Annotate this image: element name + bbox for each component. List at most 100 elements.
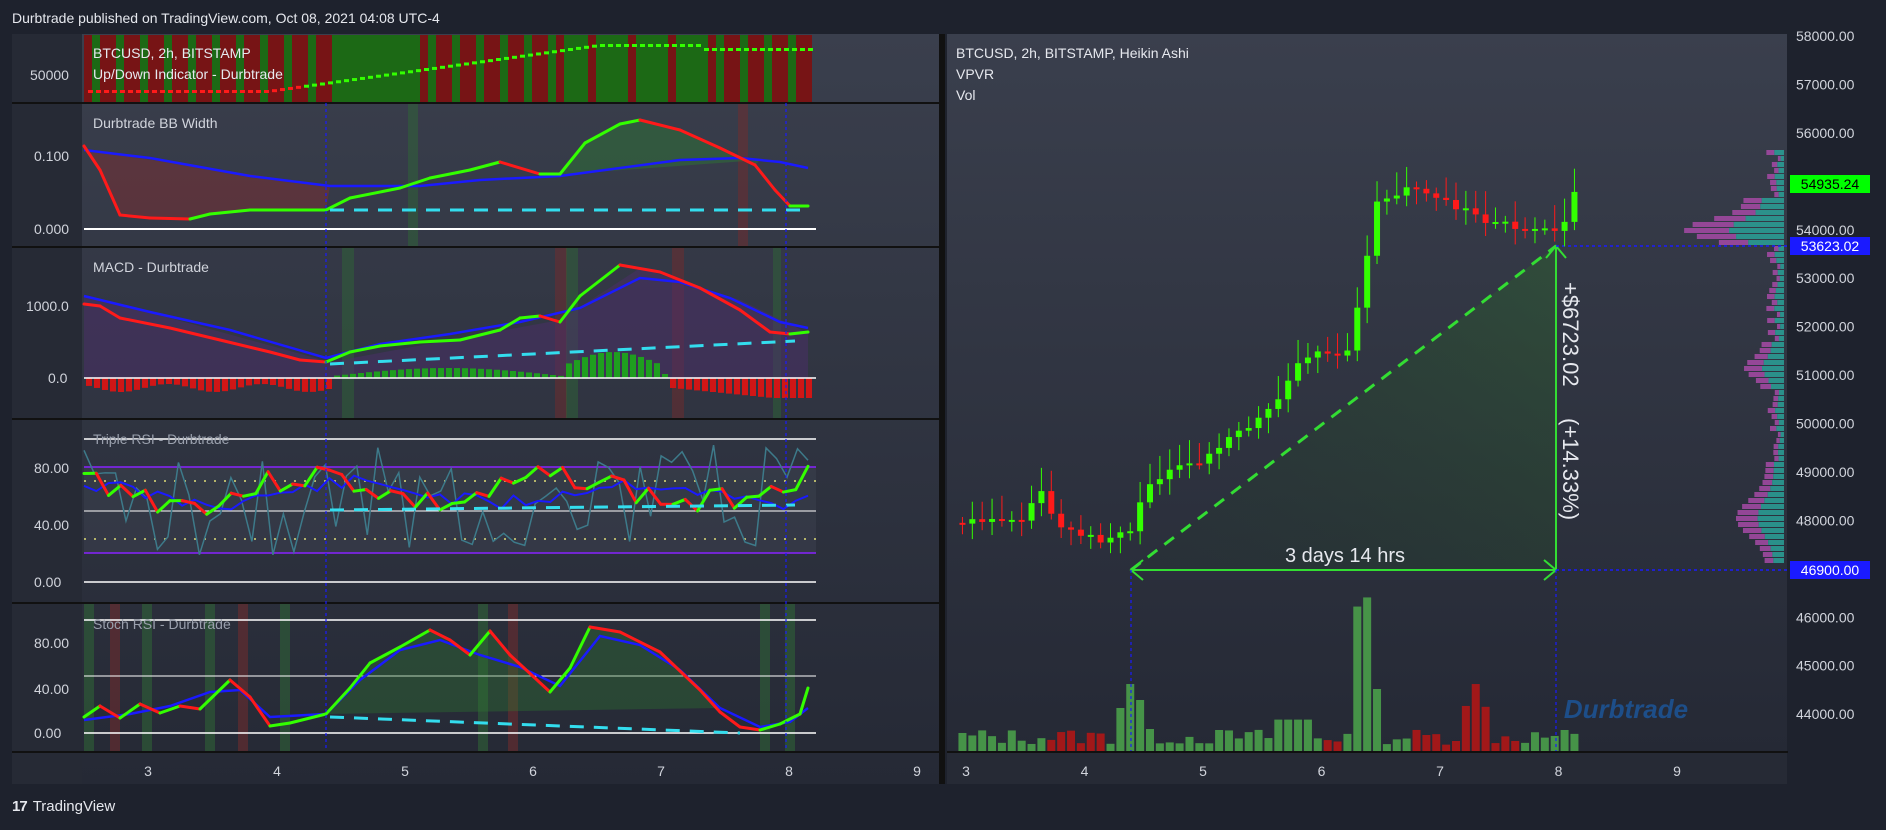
updown-stripe <box>716 35 724 102</box>
candle-body <box>1542 228 1548 230</box>
vpvr-sell-bar <box>1736 516 1758 521</box>
volume-bar <box>1047 740 1055 752</box>
volume-bar <box>1215 730 1223 752</box>
volume-bar <box>1156 743 1164 752</box>
volume-bar <box>1393 739 1401 752</box>
macd-hist-bar <box>270 378 276 385</box>
vpvr-sell-bar <box>1748 498 1764 503</box>
vpvr-sell-bar <box>1749 372 1765 377</box>
updown-mini-candle <box>104 90 109 93</box>
updown-mini-candle <box>616 44 621 47</box>
tradingview-footer[interactable]: 17 TradingView <box>12 798 115 815</box>
candle-body <box>1384 198 1390 201</box>
updown-mini-candle <box>368 76 373 79</box>
stoch-title: Stoch RSI - Durbtrade <box>93 616 231 632</box>
vpvr-buy-bar <box>1769 378 1784 383</box>
updown-mini-candle <box>456 64 461 67</box>
vpvr-sell-bar <box>1772 162 1777 167</box>
updown-mini-candle <box>288 87 293 90</box>
macd-hist-bar <box>158 378 164 384</box>
updown-stripe <box>484 35 492 102</box>
vpvr-buy-bar <box>1778 450 1784 455</box>
updown-mini-candle <box>624 44 629 47</box>
vpvr-sell-bar <box>1754 492 1767 497</box>
volume-bar <box>1057 732 1065 752</box>
macd-hist-bar <box>630 355 636 378</box>
left-x-tick-3: 3 <box>144 763 152 779</box>
macd-hist-bar <box>622 353 628 378</box>
volume-bar <box>1205 743 1213 752</box>
vpvr-buy-bar <box>1778 402 1784 407</box>
vpvr-sell-bar <box>1774 456 1778 461</box>
vpvr-sell-bar <box>1776 438 1779 443</box>
updown-mini-candle <box>464 62 469 65</box>
vpvr-sell-bar <box>1767 318 1775 323</box>
updown-stripe <box>396 35 404 102</box>
macd-hist-bar <box>654 363 660 378</box>
macd-hist-bar <box>174 378 180 385</box>
vpvr-sell-bar <box>1741 204 1760 209</box>
candle-body <box>1157 479 1163 484</box>
updown-mini-candle <box>472 61 477 64</box>
volume-bar <box>1166 742 1174 752</box>
macd-hist-bar <box>190 378 196 388</box>
rsi-line-segment <box>293 484 305 486</box>
candle-body <box>1216 448 1222 454</box>
vpvr-sell-bar <box>1774 168 1778 173</box>
price-tick: 48000.00 <box>1796 512 1855 528</box>
macd-hist-bar <box>750 378 756 396</box>
candle-body <box>1088 535 1094 537</box>
vpvr-buy-bar <box>1779 336 1784 341</box>
vpvr-buy-bar <box>1779 192 1784 197</box>
left-x-tick-7: 7 <box>657 763 665 779</box>
volume-bar <box>1018 741 1026 752</box>
vpvr-buy-bar <box>1778 444 1784 449</box>
candle-body <box>1492 222 1498 224</box>
vpvr-sell-bar <box>1774 192 1778 197</box>
chart-canvas[interactable]: 50000 BTCUSD, 2h, BITSTAMP Up/Down Indic… <box>0 0 1886 830</box>
right-title: BTCUSD, 2h, BITSTAMP, Heikin Ashi <box>956 45 1189 61</box>
macd-hist-bar <box>806 378 812 398</box>
macd-hist-bar <box>502 370 508 378</box>
updown-stripe <box>540 35 548 102</box>
vpvr-buy-bar <box>1777 162 1784 167</box>
updown-mini-candle <box>344 79 349 82</box>
updown-mini-candle <box>696 44 701 47</box>
updown-stripe <box>780 35 788 102</box>
updown-mini-candle <box>424 68 429 71</box>
left-x-tick-4: 4 <box>273 763 281 779</box>
updown-mini-candle <box>536 52 541 55</box>
updown-mini-candle <box>352 78 357 81</box>
vpvr-buy-bar <box>1772 552 1784 557</box>
updown-mini-candle <box>712 48 717 51</box>
updown-mini-candle <box>784 48 789 51</box>
updown-stripe <box>524 35 532 102</box>
price-axis[interactable]: 58000.0057000.0056000.0055000.0054000.00… <box>1796 28 1855 722</box>
macd-hist-bar <box>454 368 460 378</box>
volume-bar <box>1235 738 1243 752</box>
updown-mini-candle <box>776 48 781 51</box>
volume-bar <box>1097 733 1105 752</box>
right-x-tick-5: 5 <box>1199 763 1207 779</box>
price-tick: 56000.00 <box>1796 125 1855 141</box>
candle-body <box>1029 503 1035 520</box>
candle-body <box>1483 214 1489 223</box>
macd-line-segment <box>420 340 460 342</box>
volume-bar <box>1116 708 1124 752</box>
vpvr-buy-bar <box>1772 480 1784 485</box>
updown-mini-candle <box>672 44 677 47</box>
updown-mini-candle <box>688 44 693 47</box>
vpvr-sell-bar <box>1684 228 1729 233</box>
updown-mini-candle <box>680 44 685 47</box>
vpvr-buy-bar <box>1776 426 1784 431</box>
volume-bar <box>1037 738 1045 752</box>
price-tick: 57000.00 <box>1796 76 1855 92</box>
vpvr-buy-bar <box>1781 432 1784 437</box>
candle-body <box>999 519 1005 521</box>
updown-mini-candle <box>136 90 141 93</box>
volume-bar <box>1501 736 1509 752</box>
updown-stripe <box>468 35 476 102</box>
vpvr-sell-bar <box>1763 480 1773 485</box>
updown-pane: 50000 BTCUSD, 2h, BITSTAMP Up/Down Indic… <box>30 35 813 102</box>
volume-bar <box>1195 743 1203 752</box>
